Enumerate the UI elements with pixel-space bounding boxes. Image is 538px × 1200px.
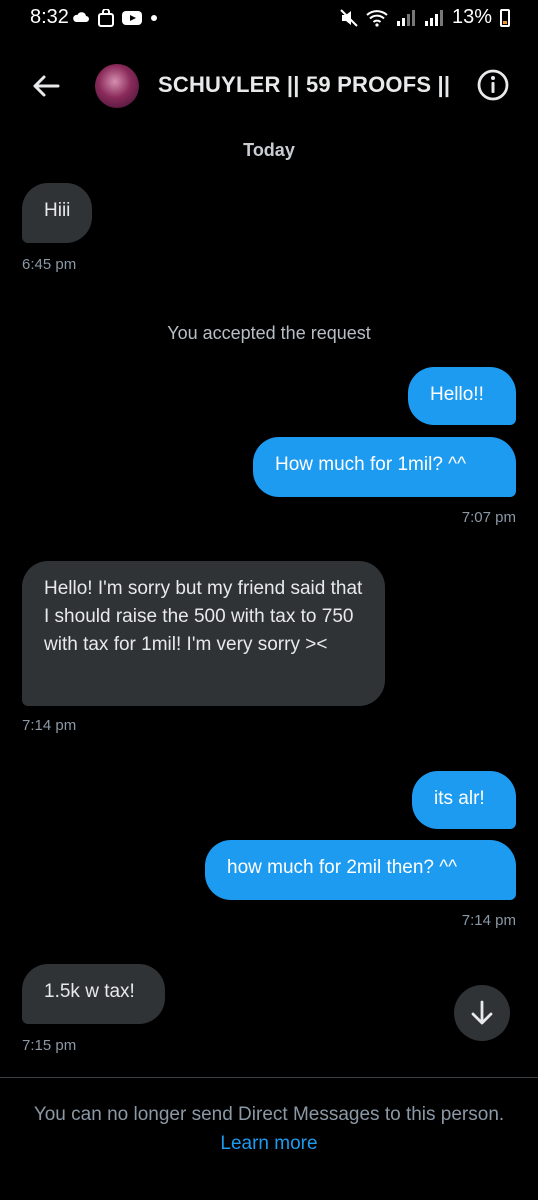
dot-icon: [151, 15, 157, 21]
signal-icon-2: [424, 9, 443, 26]
system-message: You accepted the request: [167, 323, 371, 343]
contact-name[interactable]: SCHUYLER || 59 PROOFS ||: [158, 72, 450, 98]
message-bubble-incoming[interactable]: Hiii: [22, 183, 93, 243]
signal-icon: [396, 9, 415, 26]
dm-disabled-text: You can no longer send Direct Messages t…: [33, 1104, 505, 1125]
message-timestamp: 7:14 pm: [461, 912, 516, 929]
message-timestamp: 7:07 pm: [461, 509, 516, 526]
cloud-icon: [73, 12, 89, 22]
arrow-down-icon: [471, 1000, 493, 1025]
notification-icons: [72, 9, 158, 27]
info-icon: [477, 69, 509, 101]
back-button[interactable]: [28, 68, 64, 104]
wifi-icon: [366, 9, 388, 27]
learn-more-link[interactable]: Learn more: [220, 1133, 317, 1154]
youtube-icon: [122, 11, 142, 25]
avatar[interactable]: [95, 64, 139, 108]
scroll-to-bottom-button[interactable]: [454, 985, 510, 1041]
status-time: 8:32: [30, 6, 69, 28]
info-button[interactable]: [476, 68, 510, 102]
message-timestamp: 7:14 pm: [22, 717, 77, 734]
mute-icon: [340, 8, 358, 27]
message-bubble-outgoing[interactable]: Hello!!: [408, 367, 516, 425]
footer-divider: [0, 1077, 538, 1078]
shopping-bag-icon: [98, 9, 114, 27]
message-timestamp: 6:45 pm: [22, 256, 77, 273]
system-status: 13%: [340, 6, 510, 29]
date-separator: Today: [243, 140, 295, 160]
dm-disabled-notice: You can no longer send Direct Messages t…: [30, 1100, 508, 1158]
conversation-header: SCHUYLER || 59 PROOFS ||: [0, 54, 538, 118]
arrow-left-icon: [33, 75, 60, 97]
status-bar: 8:32 13%: [0, 0, 538, 40]
message-bubble-incoming[interactable]: Hello! I'm sorry but my friend said that…: [22, 561, 385, 706]
message-bubble-outgoing[interactable]: How much for 1mil? ^^: [253, 437, 516, 497]
battery-icon: [500, 8, 510, 27]
message-timestamp: 7:15 pm: [22, 1037, 77, 1054]
battery-percent: 13%: [451, 6, 492, 28]
message-bubble-outgoing[interactable]: its alr!: [412, 771, 516, 829]
message-bubble-incoming[interactable]: 1.5k w tax!: [22, 964, 165, 1024]
message-bubble-outgoing[interactable]: how much for 2mil then? ^^: [205, 840, 516, 900]
